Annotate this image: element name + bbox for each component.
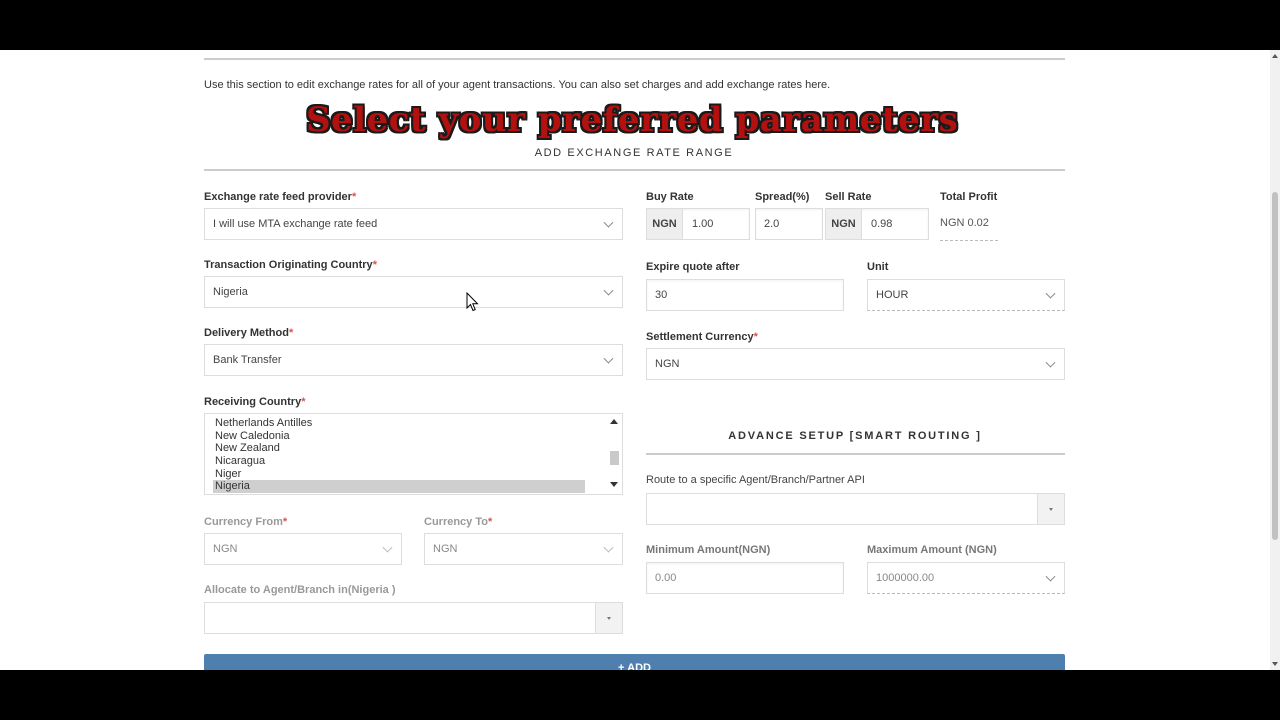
scroll-up-icon[interactable] [610, 419, 618, 424]
scroll-down-icon[interactable] [610, 482, 618, 487]
allocate-label: Allocate to Agent/Branch in(Nigeria ) [204, 584, 396, 596]
overlay-title: Select your preferred parameters [306, 100, 959, 140]
chevron-down-icon [603, 542, 614, 553]
route-combobox[interactable] [646, 493, 1065, 525]
delivery-method-select[interactable]: Bank Transfer [204, 344, 623, 376]
originating-country-label: Transaction Originating Country* [204, 259, 377, 271]
max-amount-value: 1000000.00 [876, 572, 935, 584]
list-item[interactable]: New Zealand [213, 442, 585, 455]
total-profit-label: Total Profit [940, 191, 998, 203]
scroll-down-icon[interactable] [1272, 662, 1278, 666]
min-amount-value: 0.00 [655, 572, 677, 584]
buy-rate-input[interactable]: NGN 1.00 [646, 208, 750, 240]
advance-divider [646, 453, 1065, 455]
min-amount-input[interactable]: 0.00 [646, 562, 844, 594]
mouse-cursor-icon [466, 292, 479, 312]
spread-input[interactable]: 2.0 [755, 208, 823, 240]
chevron-down-icon [1045, 288, 1056, 299]
feed-provider-value: I will use MTA exchange rate feed [213, 218, 378, 230]
chevron-down-icon [603, 285, 614, 296]
page-scrollbar[interactable] [1270, 50, 1280, 670]
route-label: Route to a specific Agent/Branch/Partner… [646, 474, 865, 486]
max-amount-select[interactable]: 1000000.00 [867, 562, 1065, 594]
scroll-thumb[interactable] [610, 451, 619, 465]
dropdown-button[interactable] [1037, 494, 1064, 524]
expire-quote-input[interactable]: 30 [646, 279, 844, 311]
page-viewport: Use this section to edit exchange rates … [0, 50, 1280, 670]
currency-from-select[interactable]: NGN [204, 533, 402, 565]
unit-value: HOUR [876, 289, 909, 301]
total-profit-value: NGN 0.02 [940, 208, 998, 241]
allocate-combobox[interactable] [204, 602, 623, 634]
unit-select[interactable]: HOUR [867, 279, 1065, 311]
scroll-thumb[interactable] [1272, 192, 1278, 540]
chevron-down-icon [603, 353, 614, 364]
list-item[interactable]: Netherlands Antilles [213, 417, 585, 430]
sell-rate-label: Sell Rate [825, 191, 872, 203]
sell-rate-currency-addon: NGN [826, 209, 862, 239]
originating-country-value: Nigeria [213, 286, 248, 298]
currency-from-value: NGN [213, 543, 238, 555]
originating-country-select[interactable]: Nigeria [204, 276, 623, 308]
expire-quote-value: 30 [655, 289, 668, 301]
section-divider [204, 169, 1065, 171]
top-divider [204, 58, 1065, 60]
unit-label: Unit [867, 261, 889, 273]
currency-to-value: NGN [433, 543, 458, 555]
max-amount-label: Maximum Amount (NGN) [867, 544, 997, 556]
caret-down-icon [1049, 508, 1053, 511]
list-item-selected[interactable]: Nigeria [213, 480, 585, 493]
feed-provider-select[interactable]: I will use MTA exchange rate feed [204, 208, 623, 240]
spread-label: Spread(%) [755, 191, 810, 203]
caret-down-icon [607, 617, 611, 620]
buy-rate-value: 1.00 [692, 218, 714, 230]
delivery-method-value: Bank Transfer [213, 354, 282, 366]
buy-rate-label: Buy Rate [646, 191, 694, 203]
chevron-down-icon [1045, 357, 1056, 368]
settlement-currency-value: NGN [655, 358, 680, 370]
expire-quote-label: Expire quote after [646, 261, 740, 273]
add-button[interactable]: + ADD [204, 654, 1065, 670]
receiving-country-label: Receiving Country* [204, 396, 306, 408]
currency-to-label: Currency To* [424, 516, 493, 528]
min-amount-label: Minimum Amount(NGN) [646, 544, 771, 556]
feed-provider-label: Exchange rate feed provider* [204, 191, 357, 203]
dropdown-button[interactable] [595, 603, 622, 633]
spread-value: 2.0 [764, 218, 780, 230]
list-item[interactable]: Nicaragua [213, 455, 585, 468]
sell-rate-value: 0.98 [871, 218, 893, 230]
chevron-down-icon [382, 542, 393, 553]
settlement-currency-select[interactable]: NGN [646, 348, 1065, 380]
buy-rate-currency-addon: NGN [647, 209, 683, 239]
chevron-down-icon [1045, 571, 1056, 582]
listbox-scrollbar[interactable] [609, 416, 619, 492]
sell-rate-input[interactable]: NGN 0.98 [825, 208, 929, 240]
section-title-add-rate: ADD EXCHANGE RATE RANGE [534, 147, 734, 159]
intro-text: Use this section to edit exchange rates … [204, 79, 831, 91]
currency-from-label: Currency From* [204, 516, 288, 528]
section-title-advance-setup: ADVANCE SETUP [SMART ROUTING ] [728, 430, 982, 442]
chevron-down-icon [603, 217, 614, 228]
delivery-method-label: Delivery Method* [204, 327, 294, 339]
scroll-up-icon[interactable] [1272, 54, 1278, 58]
currency-to-select[interactable]: NGN [424, 533, 623, 565]
settlement-currency-label: Settlement Currency* [646, 331, 758, 343]
receiving-country-listbox[interactable]: Netherlands Antilles New Caledonia New Z… [204, 413, 623, 495]
